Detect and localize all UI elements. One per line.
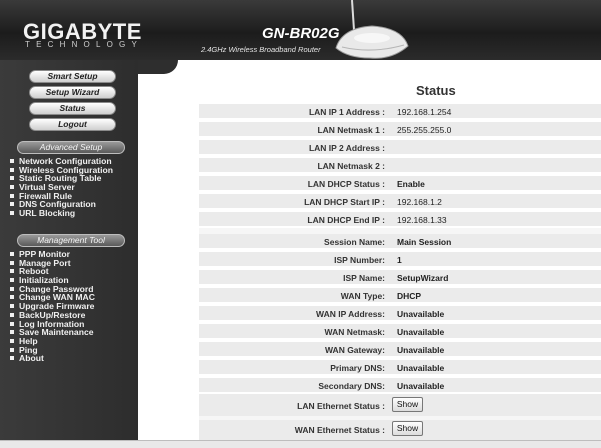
bullet-icon [10, 295, 14, 300]
bullet-icon [10, 338, 14, 343]
browser-status-bar [0, 440, 601, 448]
brand-subtitle: TECHNOLOGY [25, 40, 144, 49]
bullet-icon [10, 286, 14, 291]
menu-item[interactable]: URL Blocking [10, 209, 113, 218]
bullet-icon [10, 159, 14, 163]
table-row: LAN DHCP Status : Enable [199, 176, 601, 192]
wan-ethernet-label: WAN Ethernet Status : [294, 425, 385, 435]
bullet-icon [10, 167, 14, 172]
bullet-icon [10, 347, 14, 352]
bullet-icon [10, 269, 14, 274]
smart-setup-button[interactable]: Smart Setup [29, 70, 116, 83]
bullet-icon [10, 304, 14, 309]
wan-ethernet-row: WAN Ethernet Status : Show [199, 420, 601, 440]
bullet-icon [10, 193, 14, 198]
bullet-icon [10, 312, 14, 317]
bullet-icon [10, 278, 14, 283]
table-row: WAN Netmask: Unavailable [199, 324, 601, 340]
wan-ethernet-show-button[interactable]: Show [392, 421, 423, 436]
status-button[interactable]: Status [29, 102, 116, 115]
bullet-icon [10, 185, 14, 190]
table-row: ISP Number: 1 [199, 252, 601, 268]
bullet-icon [10, 211, 14, 216]
bullet-icon [10, 260, 14, 265]
table-row: ISP Name: SetupWizard [199, 270, 601, 286]
table-row: LAN IP 2 Address : [199, 140, 601, 156]
bullet-icon [10, 176, 14, 181]
logout-button[interactable]: Logout [29, 118, 116, 131]
table-row: Secondary DNS: Unavailable [199, 378, 601, 394]
menu-item[interactable]: About [10, 354, 95, 363]
table-row: LAN IP 1 Address :192.168.1.254 [199, 104, 601, 120]
model-description: 2.4GHz Wireless Broadband Router [201, 45, 321, 54]
table-row: LAN Netmask 2 : [199, 158, 601, 174]
bullet-icon [10, 252, 14, 256]
page-title: Status [416, 83, 456, 98]
lan-ethernet-show-button[interactable]: Show [392, 397, 423, 412]
setup-wizard-button[interactable]: Setup Wizard [29, 86, 116, 99]
table-row: WAN Gateway: Unavailable [199, 342, 601, 358]
advanced-menu: Network Configuration Wireless Configura… [10, 157, 113, 218]
bullet-icon [10, 330, 14, 335]
lan-ethernet-label: LAN Ethernet Status : [297, 401, 385, 411]
table-row: Session Name: Main Session [199, 234, 601, 250]
table-row: WAN IP Address: Unavailable [199, 306, 601, 322]
table-row: WAN Type: DHCP [199, 288, 601, 304]
bullet-icon [10, 321, 14, 326]
management-tool-header: Management Tool [17, 234, 125, 247]
lan-ethernet-row: LAN Ethernet Status : Show [199, 394, 601, 416]
model-name: GN-BR02G [262, 25, 340, 42]
table-row: LAN DHCP Start IP :192.168.1.2 [199, 194, 601, 210]
advanced-setup-header: Advanced Setup [17, 141, 125, 154]
table-row: LAN DHCP End IP :192.168.1.33 [199, 212, 601, 228]
router-image [335, 0, 409, 59]
table-row: Primary DNS: Unavailable [199, 360, 601, 376]
bullet-icon [10, 202, 14, 207]
table-row: LAN Netmask 1 :255.255.255.0 [199, 122, 601, 138]
header-bar: GIGABYTE TECHNOLOGY GN-BR02G 2.4GHz Wire… [0, 0, 601, 60]
bullet-icon [10, 356, 14, 361]
management-menu: PPP Monitor Manage Port Reboot Initializ… [10, 250, 95, 363]
